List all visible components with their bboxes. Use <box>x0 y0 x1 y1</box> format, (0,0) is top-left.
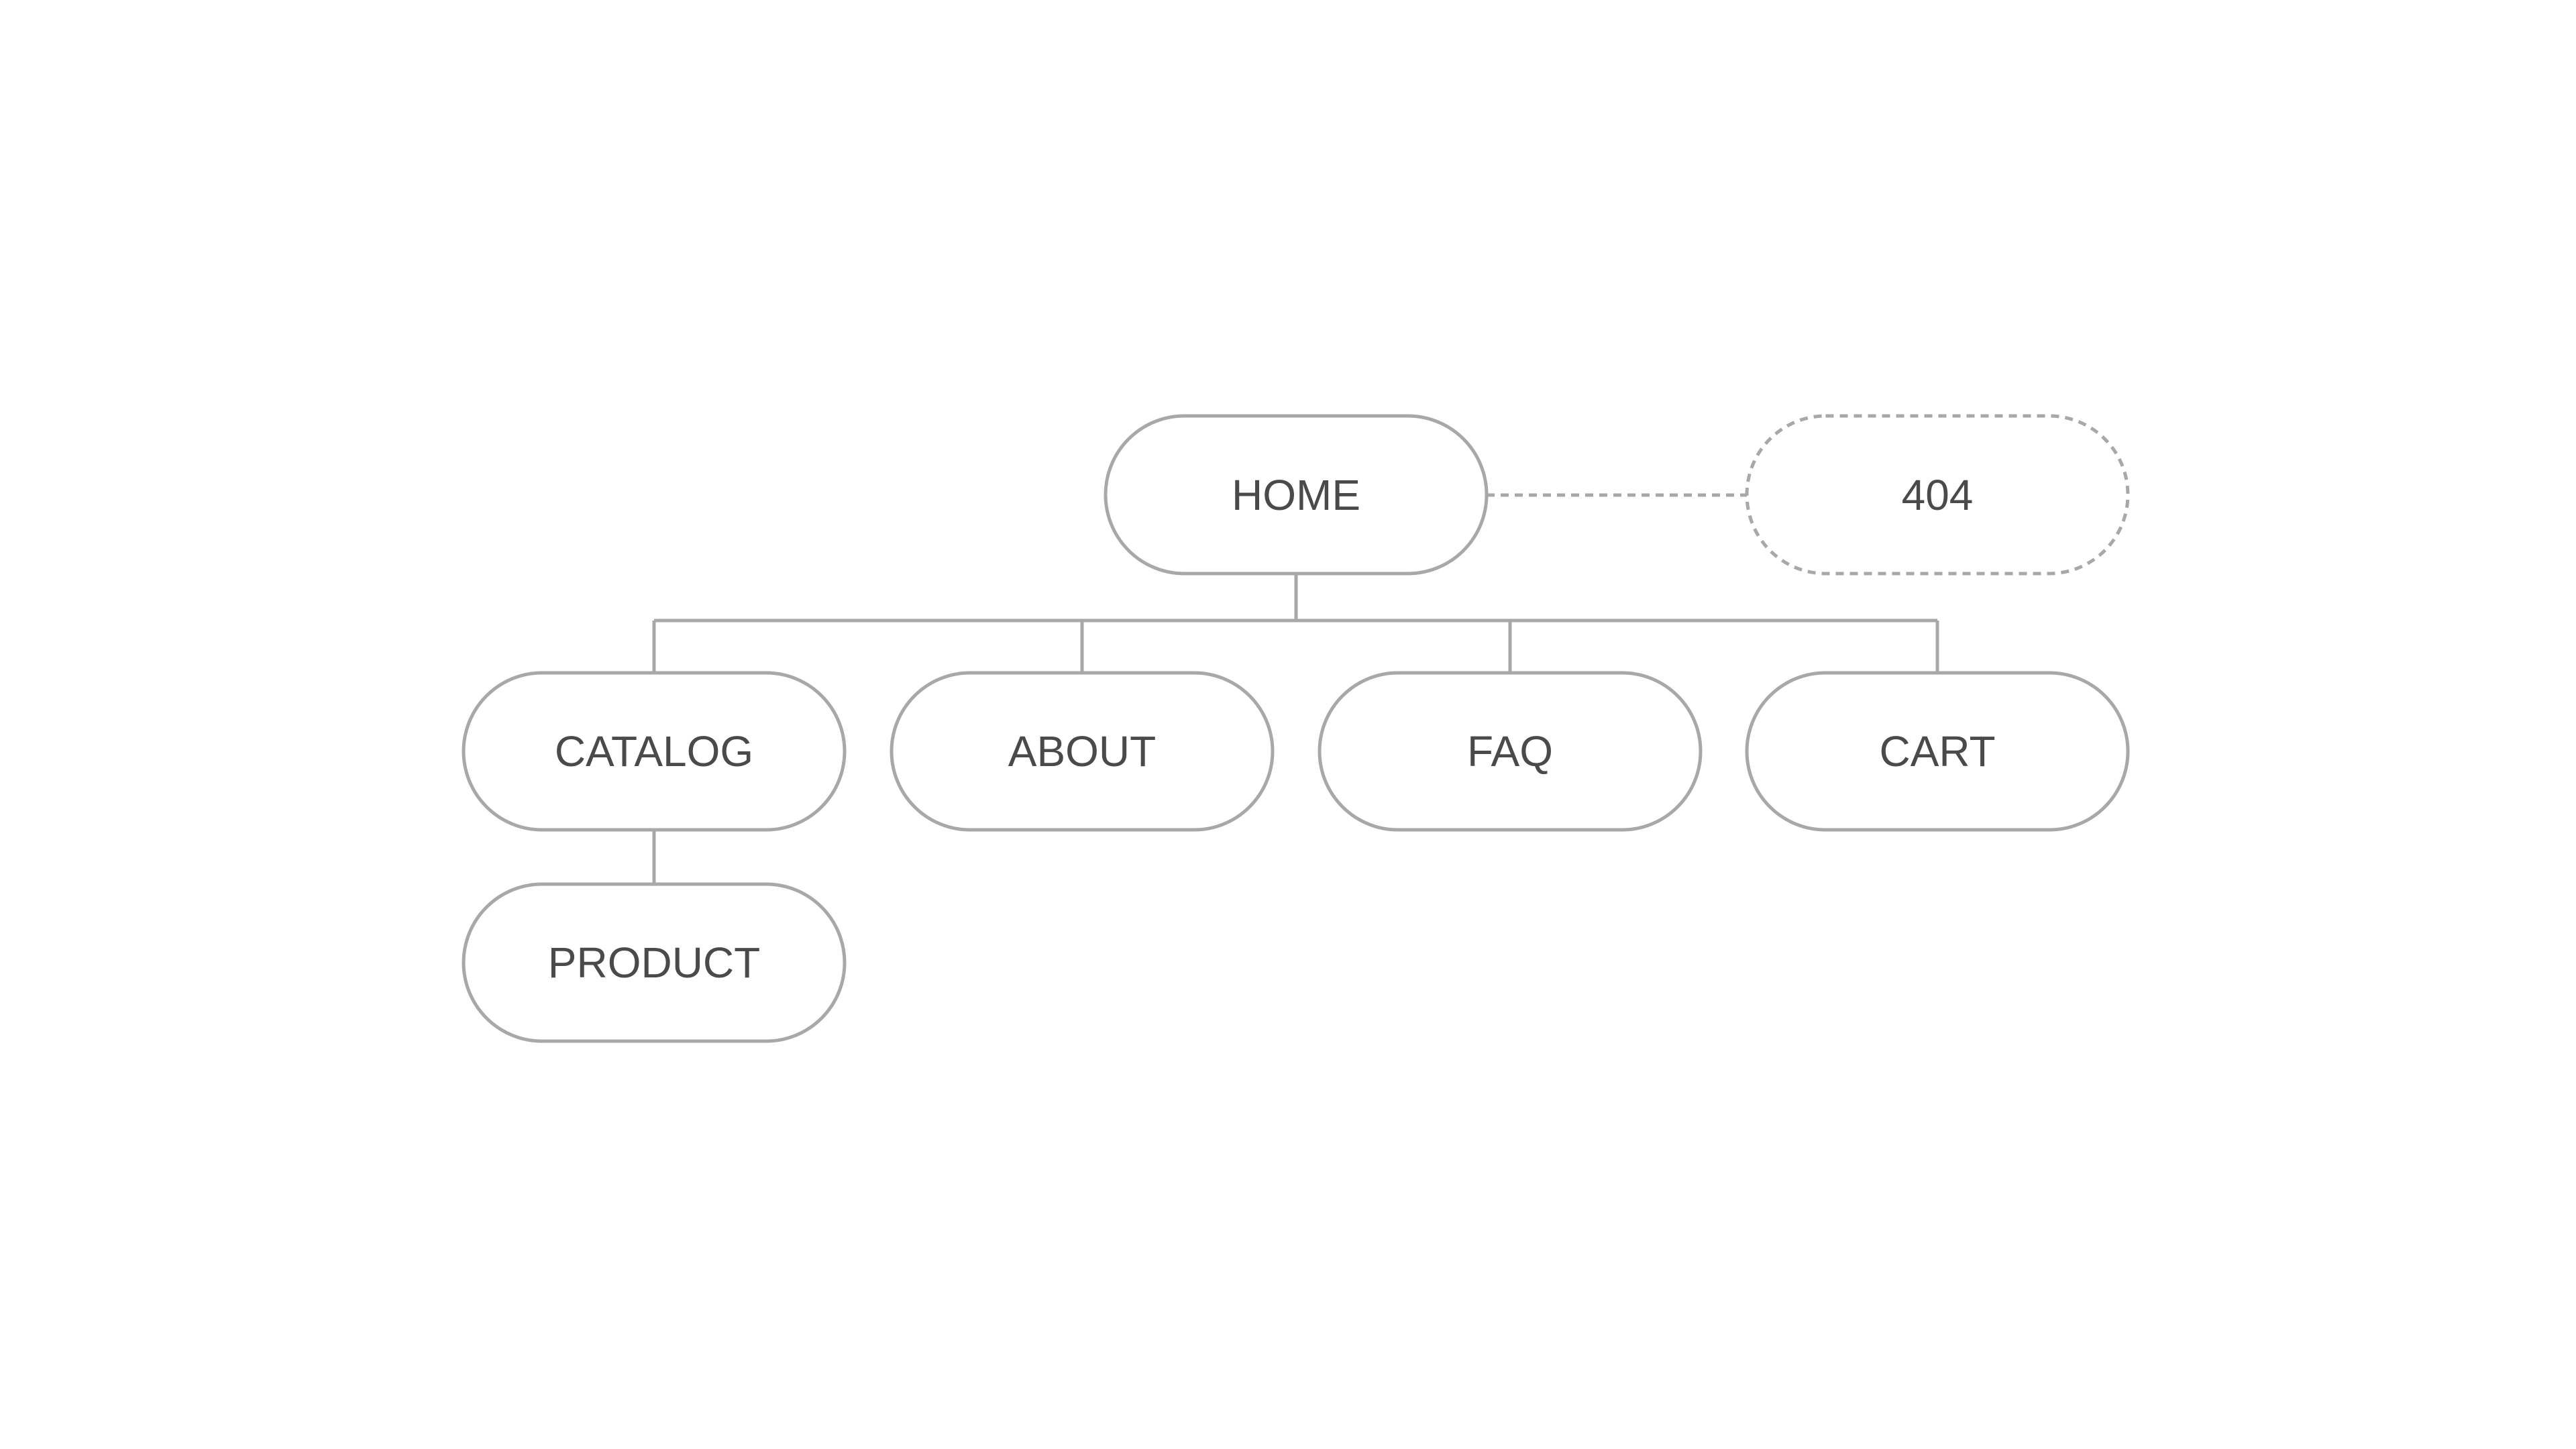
node-product[interactable]: PRODUCT <box>462 882 847 1043</box>
node-product-label: PRODUCT <box>548 938 760 987</box>
node-404[interactable]: 404 <box>1745 414 2130 576</box>
node-faq[interactable]: FAQ <box>1318 671 1703 832</box>
node-catalog[interactable]: CATALOG <box>462 671 847 832</box>
node-cart[interactable]: CART <box>1745 671 2130 832</box>
node-about[interactable]: ABOUT <box>890 671 1275 832</box>
node-about-label: ABOUT <box>1008 727 1156 775</box>
node-home-label: HOME <box>1232 471 1360 519</box>
node-catalog-label: CATALOG <box>555 727 753 775</box>
node-404-label: 404 <box>1902 471 1974 519</box>
sitemap-diagram: HOME 404 CATALOG ABOUT FAQ CART PRODUCT <box>462 414 2130 1043</box>
node-faq-label: FAQ <box>1467 727 1553 775</box>
node-cart-label: CART <box>1879 727 1995 775</box>
node-home[interactable]: HOME <box>1104 414 1489 576</box>
